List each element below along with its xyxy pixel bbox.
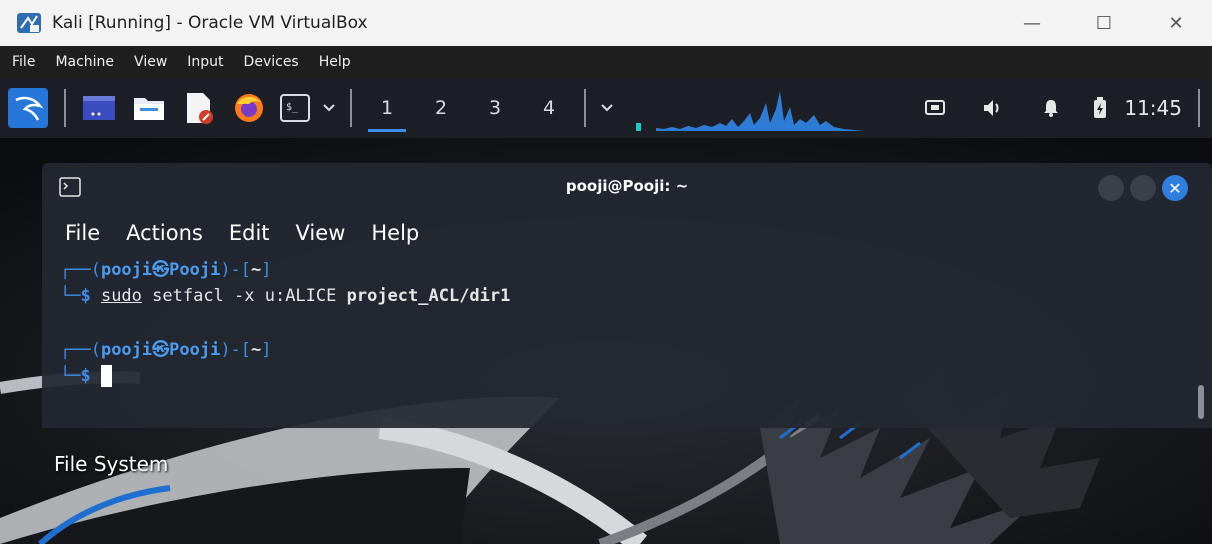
workspace-3[interactable]: 3 (468, 78, 522, 138)
workspace-2[interactable]: 2 (414, 78, 468, 138)
kali-menu-icon[interactable] (0, 78, 56, 138)
terminal-menu-edit[interactable]: Edit (216, 221, 283, 245)
command-line: └─$ sudo setfacl -x u:ALICE project_ACL/… (60, 286, 511, 306)
terminal-menu-view[interactable]: View (283, 221, 359, 245)
panel-separator (64, 89, 66, 127)
host-menu-devices[interactable]: Devices (234, 54, 309, 70)
terminal-titlebar[interactable]: pooji@Pooji: ~ ✕ (42, 163, 1212, 213)
terminal-menubar: File Actions Edit View Help (42, 215, 432, 251)
terminal-menu-help[interactable]: Help (358, 221, 432, 245)
terminal-title: pooji@Pooji: ~ (565, 177, 689, 195)
host-menu-file[interactable]: File (0, 54, 45, 70)
terminal-close-button[interactable]: ✕ (1162, 175, 1188, 201)
terminal-window: pooji@Pooji: ~ ✕ File Actions Edit View … (42, 163, 1212, 428)
host-menu-machine[interactable]: Machine (45, 54, 124, 70)
text-editor-icon[interactable] (174, 78, 224, 138)
notifications-icon[interactable] (1022, 78, 1080, 138)
workspace-4[interactable]: 4 (522, 78, 576, 138)
virtualbox-icon (17, 13, 41, 33)
host-window-title: Kali [Running] - Oracle VM VirtualBox (52, 13, 368, 33)
terminal-icon[interactable]: $_ (274, 78, 316, 138)
host-titlebar: Kali [Running] - Oracle VM VirtualBox — … (0, 0, 1212, 46)
text-cursor (100, 365, 112, 387)
maximize-button[interactable]: ☐ (1068, 0, 1140, 46)
terminal-scrollbar[interactable] (1198, 385, 1204, 419)
terminal-maximize-button[interactable] (1130, 175, 1156, 201)
desktop-file-system-label[interactable]: File System (54, 452, 168, 476)
prompt-line: ┌──(pooji㉿Pooji)-[~] (60, 260, 272, 280)
host-menubar: File Machine View Input Devices Help (0, 46, 1212, 78)
workspace-1[interactable]: 1 (360, 78, 414, 138)
kali-panel: $_ 1 2 3 4 11:45 (0, 78, 1212, 138)
close-button[interactable]: ✕ (1140, 0, 1212, 46)
network-icon[interactable] (906, 78, 964, 138)
panel-separator (584, 89, 586, 127)
volume-icon[interactable] (964, 78, 1022, 138)
clock[interactable]: 11:45 (1120, 96, 1190, 120)
host-menu-view[interactable]: View (124, 54, 177, 70)
panel-separator (1198, 89, 1200, 127)
file-manager-icon[interactable] (124, 78, 174, 138)
input-line[interactable]: └─$ (60, 365, 112, 387)
host-menu-input[interactable]: Input (177, 54, 233, 70)
svg-text:$_: $_ (286, 102, 299, 113)
desktop-icon[interactable] (74, 78, 124, 138)
minimize-button[interactable]: — (996, 0, 1068, 46)
chevron-down-icon[interactable] (316, 78, 342, 138)
panel-separator (350, 89, 352, 127)
terminal-menu-actions[interactable]: Actions (113, 221, 216, 245)
firefox-icon[interactable] (224, 78, 274, 138)
host-menu-help[interactable]: Help (309, 54, 361, 70)
terminal-menu-file[interactable]: File (42, 221, 113, 245)
cpu-graph (636, 91, 864, 131)
close-icon: ✕ (1168, 178, 1182, 198)
chevron-down-icon[interactable] (594, 78, 620, 138)
battery-icon[interactable] (1080, 78, 1120, 138)
terminal-minimize-button[interactable] (1098, 175, 1124, 201)
prompt-line: ┌──(pooji㉿Pooji)-[~] (60, 340, 272, 360)
